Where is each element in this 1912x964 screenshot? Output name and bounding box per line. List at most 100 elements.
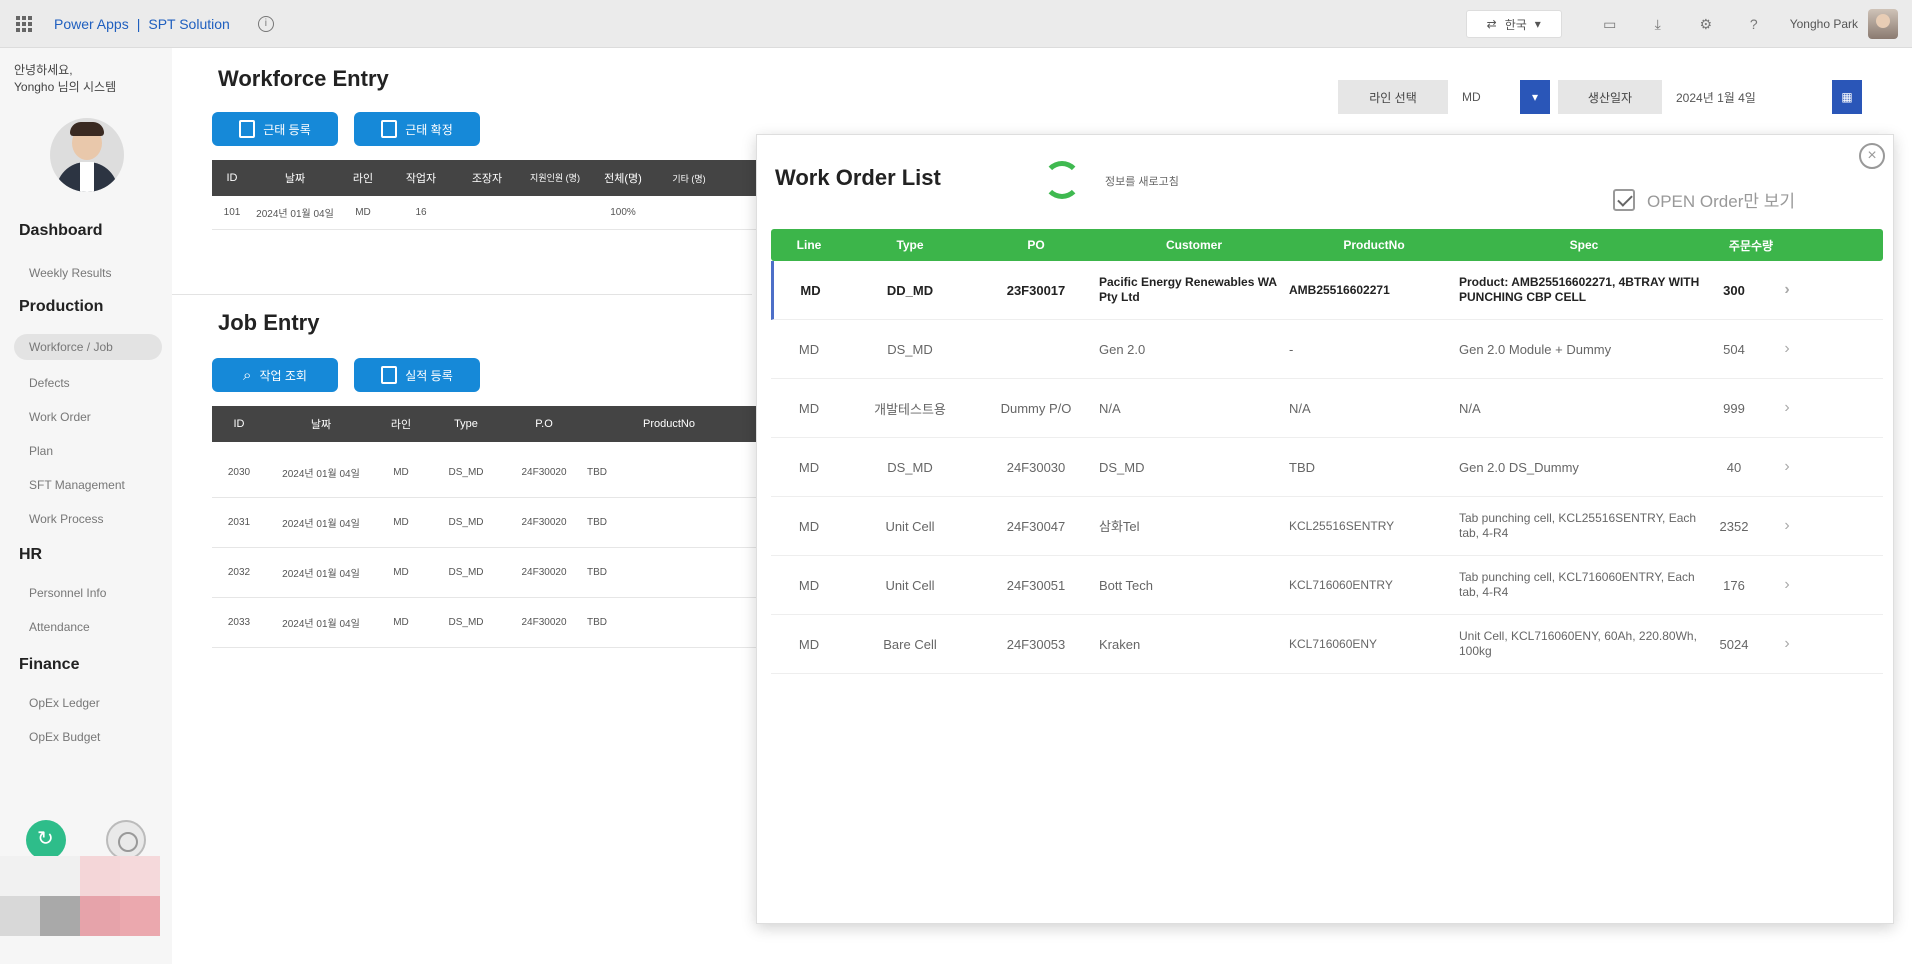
cell-type: Unit Cell: [885, 577, 935, 593]
cell-po: 23F30017: [1006, 282, 1066, 298]
solution-name-link[interactable]: SPT Solution: [148, 16, 229, 32]
nav-item-workforce-job[interactable]: Workforce / Job: [14, 334, 162, 360]
cell-order-qty: 40: [1726, 459, 1742, 475]
calendar-icon[interactable]: ▦: [1832, 80, 1862, 114]
nav-item-plan[interactable]: Plan: [29, 444, 53, 458]
section-divider: [172, 294, 752, 295]
production-date-value[interactable]: 2024년 1월 4일: [1662, 80, 1832, 114]
cell-order-qty: 504: [1723, 341, 1745, 357]
cell-spec: Tab punching cell, KCL25516SENTRY, Each …: [1459, 511, 1697, 540]
nav-item-work-order[interactable]: Work Order: [29, 410, 91, 424]
result-register-button[interactable]: 실적 등록: [354, 358, 480, 392]
cell-id: 2031: [227, 517, 251, 528]
present-icon[interactable]: ▭: [1598, 12, 1622, 36]
cell-po: 24F30020: [521, 617, 567, 628]
cell-type: DD_MD: [886, 282, 934, 298]
chevron-right-icon[interactable]: ›: [1759, 576, 1815, 594]
globe-icon: ⇄: [1486, 17, 1497, 31]
attendance-register-button[interactable]: 근태 등록: [212, 112, 338, 146]
table-row[interactable]: 2033 2024년 01월 04일 MD DS_MD 24F30020 TBD: [212, 598, 756, 648]
job-search-button[interactable]: ⌕ 작업 조회: [212, 358, 338, 392]
line-select-label: 라인 선택: [1338, 80, 1448, 114]
title-separator: |: [136, 15, 141, 32]
cell-type: DS_MD: [448, 467, 484, 478]
chevron-right-icon[interactable]: ›: [1759, 399, 1815, 417]
work-order-row[interactable]: MD Unit Cell 24F30051 Bott Tech KCL71606…: [771, 556, 1883, 615]
cell-productno: TBD: [587, 567, 607, 578]
col-line: 라인: [352, 173, 374, 185]
settings-icon[interactable]: ⚙: [1694, 12, 1718, 36]
col-total: 전체(명): [604, 173, 642, 185]
nav-section-finance: Finance: [19, 656, 80, 673]
table-row[interactable]: 2030 2024년 01월 04일 MD DS_MD 24F30020 TBD: [212, 448, 756, 498]
nav-item-work-process[interactable]: Work Process: [29, 512, 103, 526]
cell-po: Dummy P/O: [1000, 400, 1072, 416]
refresh-icon[interactable]: [1043, 161, 1081, 199]
open-order-checkbox[interactable]: [1613, 188, 1635, 211]
nav-item-weekly-results[interactable]: Weekly Results: [29, 266, 111, 280]
language-select[interactable]: ⇄ 한국 ▾: [1465, 10, 1562, 38]
refresh-fab-icon[interactable]: [26, 820, 66, 860]
nav-item-sft-management[interactable]: SFT Management: [29, 478, 125, 492]
cell-line: MD: [393, 567, 409, 578]
col-workers: 작업자: [405, 173, 437, 185]
cell-po: 24F30020: [521, 567, 567, 578]
help-icon[interactable]: ?: [1742, 12, 1766, 36]
app-name-link[interactable]: Power Apps: [54, 16, 129, 32]
info-icon[interactable]: i: [257, 15, 274, 32]
greeting-line-2: Yongho 님의 시스템: [14, 80, 117, 94]
filter-bar: 라인 선택 MD ▾ 생산일자 2024년 1월 4일 ▦: [1338, 80, 1862, 114]
col-id: ID: [233, 418, 245, 430]
nav-item-personnel-info[interactable]: Personnel Info: [29, 586, 106, 600]
table-row[interactable]: 2031 2024년 01월 04일 MD DS_MD 24F30020 TBD: [212, 498, 756, 548]
nav-item-defects[interactable]: Defects: [29, 376, 70, 390]
cell-line: MD: [798, 577, 820, 593]
work-order-table-header: Line Type PO Customer ProductNo Spec 주문수…: [771, 229, 1883, 261]
user-avatar[interactable]: [1868, 9, 1898, 39]
cell-customer: N/A: [1099, 400, 1121, 416]
col-productno: ProductNo: [643, 418, 695, 430]
cell-customer: Bott Tech: [1099, 577, 1153, 593]
work-order-row[interactable]: MD 개발테스트용 Dummy P/O N/A N/A N/A 999 ›: [771, 379, 1883, 438]
nav-item-opex-budget[interactable]: OpEx Budget: [29, 730, 100, 744]
work-order-title: Work Order List: [775, 165, 941, 190]
production-date-label: 생산일자: [1558, 80, 1662, 114]
col-po: PO: [1027, 238, 1045, 252]
work-order-row[interactable]: MD Unit Cell 24F30047 삼화Tel KCL25516SENT…: [771, 497, 1883, 556]
workforce-entry-title: Workforce Entry: [218, 66, 389, 91]
cell-productno: -: [1289, 341, 1294, 357]
close-icon[interactable]: ×: [1859, 143, 1885, 169]
open-order-toggle[interactable]: OPEN Order만 보기: [1613, 187, 1795, 212]
search-icon: ⌕: [243, 366, 252, 384]
work-order-row[interactable]: MD DS_MD 24F30030 DS_MD TBD Gen 2.0 DS_D…: [771, 438, 1883, 497]
line-dropdown-chevron-icon[interactable]: ▾: [1520, 80, 1550, 114]
cell-customer: Pacific Energy Renewables WA Pty Ltd: [1099, 275, 1277, 304]
cell-po: 24F30020: [521, 467, 567, 478]
cell-line: MD: [800, 282, 821, 298]
line-select-value[interactable]: MD: [1448, 80, 1520, 114]
col-date: 날짜: [284, 173, 306, 185]
table-row[interactable]: 2032 2024년 01월 04일 MD DS_MD 24F30020 TBD: [212, 548, 756, 598]
cell-line: MD: [393, 517, 409, 528]
clock-fab-icon[interactable]: [106, 820, 146, 860]
cell-po: 24F30030: [1006, 459, 1066, 475]
nav-item-attendance[interactable]: Attendance: [29, 620, 90, 634]
work-order-row[interactable]: MD DD_MD 23F30017 Pacific Energy Renewab…: [771, 261, 1883, 320]
col-id: ID: [226, 172, 238, 184]
chevron-right-icon[interactable]: ›: [1759, 517, 1815, 535]
work-order-row[interactable]: MD Bare Cell 24F30053 Kraken KCL716060EN…: [771, 615, 1883, 674]
cell-productno: TBD: [1289, 459, 1315, 475]
nav-item-opex-ledger[interactable]: OpEx Ledger: [29, 696, 100, 710]
attendance-confirm-button[interactable]: 근태 확정: [354, 112, 480, 146]
app-launcher-icon[interactable]: [16, 15, 32, 32]
download-icon[interactable]: ⤓: [1646, 12, 1670, 36]
cell-po: 24F30047: [1006, 518, 1066, 534]
chevron-right-icon[interactable]: ›: [1759, 458, 1815, 476]
chevron-right-icon[interactable]: ›: [1759, 635, 1815, 653]
cell-spec: Product: AMB25516602271, 4BTRAY WITH PUN…: [1459, 275, 1700, 304]
nav-section-production: Production: [19, 298, 104, 315]
work-order-row[interactable]: MD DS_MD Gen 2.0 - Gen 2.0 Module + Dumm…: [771, 320, 1883, 379]
table-row[interactable]: 101 2024년 01월 04일 MD 16 100%: [212, 196, 756, 230]
chevron-right-icon[interactable]: ›: [1759, 281, 1815, 299]
chevron-right-icon[interactable]: ›: [1759, 340, 1815, 358]
